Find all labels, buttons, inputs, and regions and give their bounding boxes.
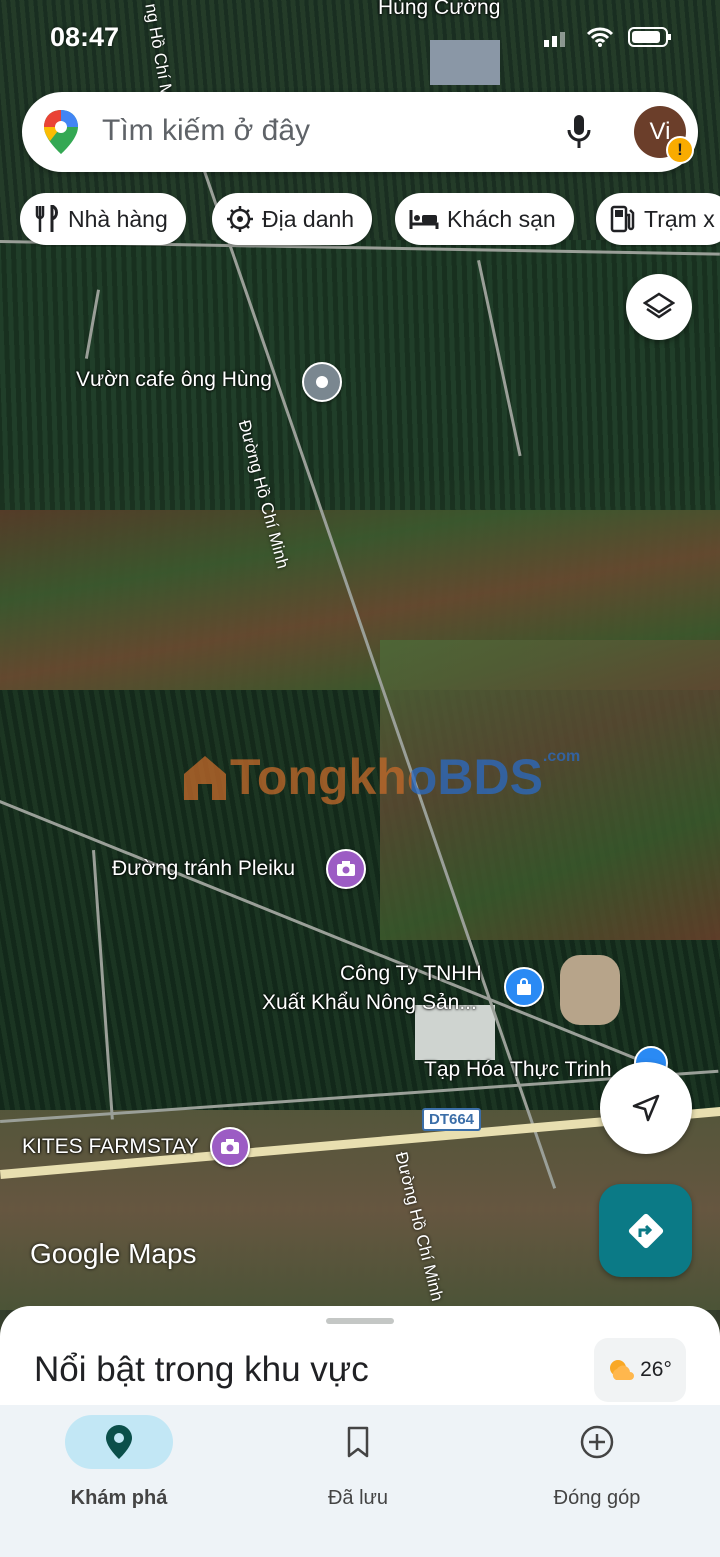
warning-badge-icon: ! bbox=[666, 136, 694, 164]
navigation-arrow-icon bbox=[632, 1094, 660, 1122]
wifi-icon bbox=[586, 27, 614, 47]
category-chips: Nhà hàng Địa danh Khách sạn Trạm x bbox=[20, 193, 720, 247]
status-time: 08:47 bbox=[50, 22, 120, 52]
active-indicator bbox=[65, 1415, 173, 1469]
status-icons bbox=[542, 26, 672, 48]
nav-saved[interactable]: Đã lưu bbox=[258, 1415, 458, 1510]
directions-button[interactable] bbox=[599, 1184, 692, 1277]
bottom-navigation: Khám phá Đã lưu Đóng góp bbox=[0, 1405, 720, 1557]
weather-sun-cloud-icon bbox=[610, 1360, 635, 1380]
chip-gas-stations[interactable]: Trạm x bbox=[596, 193, 720, 245]
add-circle-icon bbox=[580, 1425, 614, 1459]
search-bar[interactable]: Tìm kiếm ở đây Vi ! bbox=[22, 92, 698, 172]
bookmark-icon bbox=[347, 1426, 369, 1458]
place-label-hung-cuong: Hùng Cường bbox=[378, 0, 501, 19]
my-location-button[interactable] bbox=[600, 1062, 692, 1154]
map-attribution: Google Maps bbox=[30, 1238, 197, 1269]
map-building bbox=[430, 40, 500, 85]
nav-saved-label: Đã lưu bbox=[327, 1487, 389, 1509]
place-label-company-1[interactable]: Công Ty TNHH bbox=[340, 962, 482, 986]
place-label-store[interactable]: Tạp Hóa Thực Trinh bbox=[424, 1058, 612, 1082]
landmark-icon bbox=[227, 206, 253, 232]
bypass-camera-pin[interactable] bbox=[326, 849, 366, 889]
chip-landmarks[interactable]: Địa danh bbox=[212, 193, 373, 245]
place-label-farmstay[interactable]: KITES FARMSTAY bbox=[22, 1135, 199, 1159]
layers-icon bbox=[643, 292, 675, 319]
company-shop-pin[interactable] bbox=[504, 967, 544, 1007]
cafe-pin[interactable] bbox=[302, 362, 342, 402]
highway-badge: DT664 bbox=[422, 1108, 482, 1131]
sheet-title: Nổi bật trong khu vực bbox=[34, 1350, 369, 1389]
place-label-company-2[interactable]: Xuất Khẩu Nông Sản... bbox=[262, 991, 477, 1015]
nav-contribute[interactable]: Đóng góp bbox=[497, 1415, 697, 1510]
place-label-bypass[interactable]: Đường tránh Pleiku bbox=[112, 857, 295, 881]
farmstay-camera-pin[interactable] bbox=[210, 1127, 250, 1167]
drag-handle[interactable] bbox=[326, 1318, 394, 1324]
nav-explore[interactable]: Khám phá bbox=[19, 1415, 219, 1510]
explore-pin-icon bbox=[106, 1425, 132, 1459]
nav-explore-label: Khám phá bbox=[70, 1487, 168, 1509]
nav-saved-icon-wrap bbox=[258, 1415, 458, 1469]
bottom-sheet[interactable]: Nổi bật trong khu vực 26° bbox=[0, 1306, 720, 1416]
layers-button[interactable] bbox=[626, 274, 692, 340]
google-maps-pin-icon bbox=[44, 110, 78, 154]
restaurant-icon bbox=[35, 205, 58, 232]
nav-contribute-label: Đóng góp bbox=[553, 1487, 641, 1509]
directions-icon bbox=[628, 1213, 663, 1248]
dot-icon bbox=[316, 376, 328, 388]
chip-restaurants[interactable]: Nhà hàng bbox=[20, 193, 186, 245]
map-clearing bbox=[560, 955, 620, 1025]
weather-chip[interactable]: 26° bbox=[594, 1338, 686, 1402]
gas-station-icon bbox=[610, 205, 635, 233]
search-input[interactable]: Tìm kiếm ở đây bbox=[102, 114, 310, 148]
watermark: TongkhoBDS .com bbox=[180, 748, 580, 806]
chip-hotels[interactable]: Khách sạn bbox=[395, 193, 574, 245]
signal-icon bbox=[544, 32, 565, 47]
shopping-bag-icon bbox=[517, 978, 531, 995]
battery-icon bbox=[628, 27, 671, 47]
camera-icon bbox=[337, 861, 355, 876]
microphone-icon[interactable] bbox=[566, 114, 592, 150]
nav-contribute-icon-wrap bbox=[497, 1415, 697, 1469]
camera-icon bbox=[221, 1139, 239, 1154]
hotel-icon bbox=[409, 210, 439, 229]
place-label-cafe[interactable]: Vườn cafe ông Hùng bbox=[76, 368, 272, 392]
house-logo-icon bbox=[184, 756, 226, 800]
